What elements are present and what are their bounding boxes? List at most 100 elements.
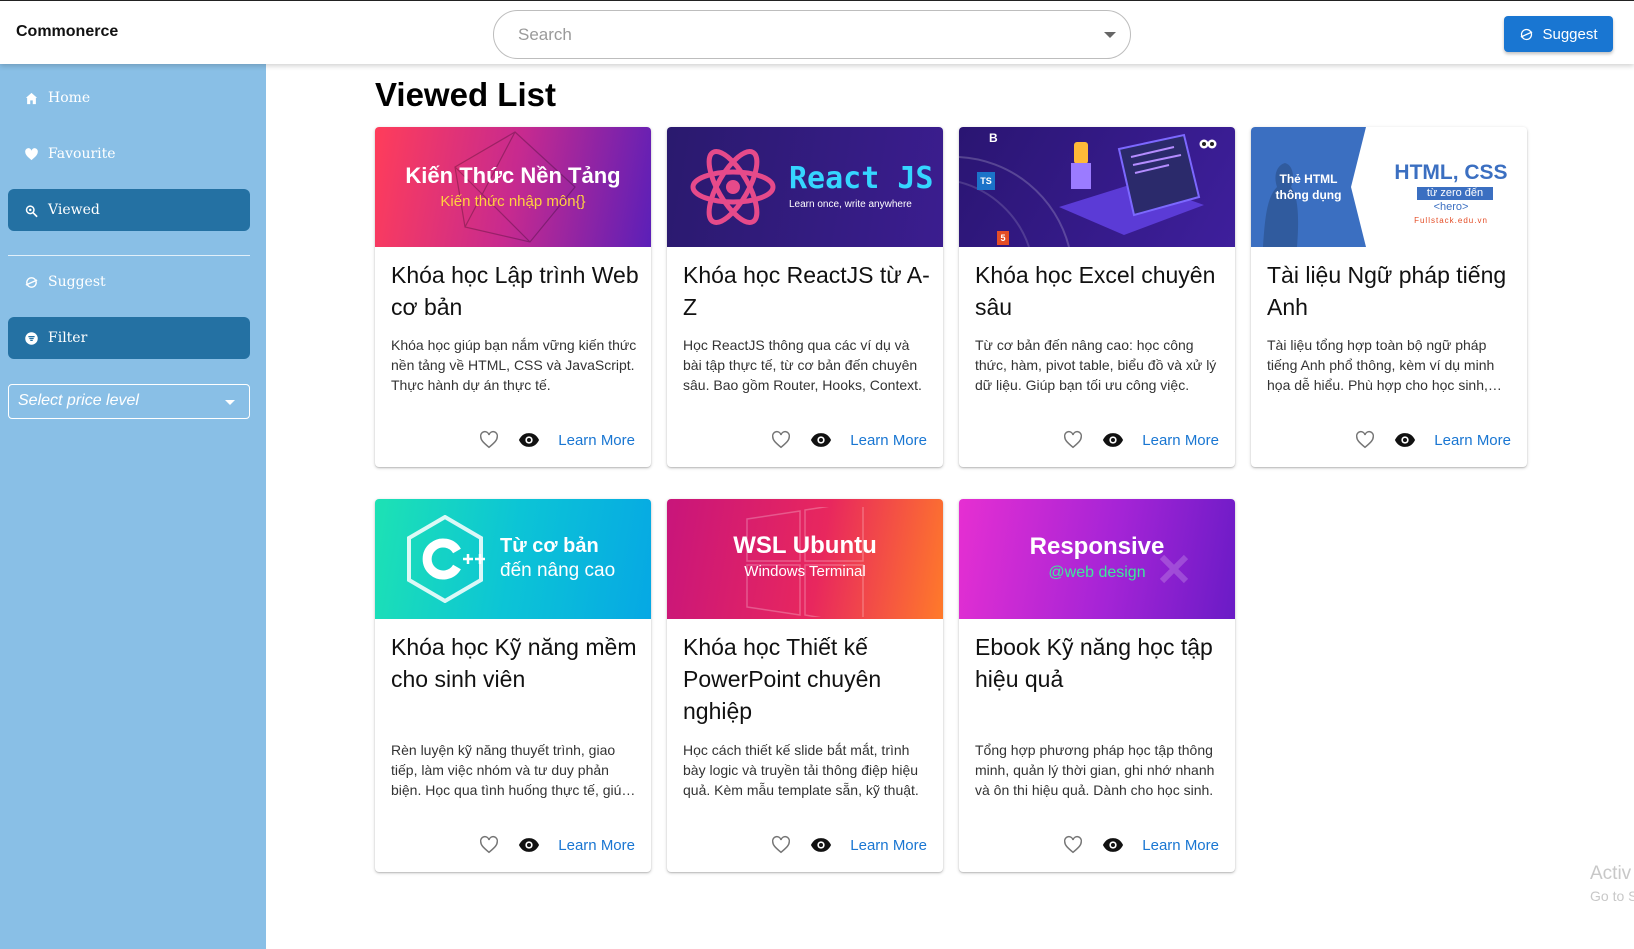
banner-left-line1: Thẻ HTML (1279, 172, 1338, 186)
course-card[interactable]: WSL Ubuntu Windows Terminal Khóa học Thi… (667, 499, 943, 872)
card-banner-image[interactable]: B TS 5 (959, 127, 1235, 247)
course-card[interactable]: Responsive @web design Ebook Kỹ năng học… (959, 499, 1235, 872)
card-title[interactable]: Khóa học Kỹ năng mềm cho sinh viên (391, 631, 639, 695)
card-actions: Learn More (770, 429, 927, 451)
course-card[interactable]: Thẻ HTML thông dụng HTML, CSS từ zero đế… (1251, 127, 1527, 467)
sidebar-item-label: Suggest (48, 274, 106, 290)
eye-icon[interactable] (810, 834, 832, 856)
card-banner-image[interactable]: Thẻ HTML thông dụng HTML, CSS từ zero đế… (1251, 127, 1527, 247)
card-description: Rèn luyện kỹ năng thuyết trình, giao tiế… (391, 742, 630, 798)
badge-typescript: TS (977, 172, 995, 190)
heart-outline-icon[interactable] (478, 834, 500, 856)
sidebar-item-filter[interactable]: Filter (8, 317, 250, 359)
card-banner-image[interactable]: Kiến Thức Nền Tảng Kiến thức nhập môn{} (375, 127, 651, 247)
heart-outline-icon[interactable] (1062, 429, 1084, 451)
learn-more-link[interactable]: Learn More (850, 837, 927, 854)
banner-subtitle: đến nâng cao (500, 560, 616, 581)
eye-icon[interactable] (1102, 834, 1124, 856)
banner-right-line4: Fullstack.edu.vn (1414, 216, 1488, 225)
eye-icon[interactable] (1102, 429, 1124, 451)
price-level-select[interactable]: Select price level (8, 384, 250, 419)
owl-icon (1199, 139, 1217, 149)
eye-icon[interactable] (518, 834, 540, 856)
card-banner-image[interactable]: Từ cơ bản đến nâng cao (375, 499, 651, 619)
banner-subtitle: Learn once, write anywhere (789, 199, 912, 210)
sidebar: Home Favourite Viewed Suggest Filter Sel… (0, 64, 266, 949)
suggest-icon (1521, 28, 1533, 40)
banner-title: Kiến Thức Nền Tảng (405, 163, 621, 188)
eye-icon[interactable] (810, 429, 832, 451)
suggest-icon (25, 276, 38, 288)
learn-more-link[interactable]: Learn More (850, 432, 927, 449)
card-title[interactable]: Khóa học Thiết kế PowerPoint chuyên nghi… (683, 631, 931, 727)
card-actions: Learn More (1062, 834, 1219, 856)
card-actions: Learn More (478, 834, 635, 856)
eye-icon[interactable] (518, 429, 540, 451)
card-description: Tài liệu tổng hợp toàn bộ ngữ pháp tiếng… (1267, 337, 1495, 393)
heart-outline-icon[interactable] (478, 429, 500, 451)
home-icon (25, 92, 38, 104)
search-box[interactable] (493, 10, 1131, 59)
watermark-line1: Activ (1590, 863, 1632, 884)
sidebar-item-label: Home (48, 90, 91, 106)
card-title[interactable]: Khóa học ReactJS từ A-Z (683, 259, 931, 323)
banner-subtitle: Windows Terminal (744, 563, 866, 580)
chevron-down-icon[interactable] (1104, 32, 1116, 38)
sidebar-item-home[interactable]: Home (8, 77, 250, 119)
sidebar-divider (8, 255, 250, 256)
card-description: Học cách thiết kế slide bắt mắt, trình b… (683, 742, 919, 798)
card-banner-image[interactable]: Responsive @web design (959, 499, 1235, 619)
eye-icon[interactable] (1394, 429, 1416, 451)
heart-outline-icon[interactable] (1354, 429, 1376, 451)
brand-logo[interactable]: Commonerce (16, 23, 118, 41)
cpp-logo-icon (407, 515, 485, 603)
card-banner-image[interactable]: WSL Ubuntu Windows Terminal (667, 499, 943, 619)
page-title: Viewed List (375, 76, 556, 113)
banner-right-title: HTML, CSS (1394, 161, 1508, 184)
banner-title: Từ cơ bản (500, 535, 599, 557)
sidebar-item-label: Favourite (48, 146, 116, 162)
price-level-placeholder: Select price level (18, 392, 139, 409)
card-description: Khóa học giúp bạn nắm vững kiến thức nền… (391, 337, 637, 393)
activation-watermark: Activ Go to S (1590, 862, 1634, 908)
card-title[interactable]: Khóa học Lập trình Web cơ bản (391, 259, 639, 323)
banner-left-line2: thông dụng (1275, 188, 1342, 202)
windows-logo-decoration (746, 507, 864, 617)
sidebar-item-label: Filter (48, 330, 88, 346)
card-actions: Learn More (770, 834, 927, 856)
banner-right-line2: từ zero đến (1417, 187, 1493, 200)
heart-outline-icon[interactable] (770, 429, 792, 451)
sidebar-item-suggest[interactable]: Suggest (8, 261, 250, 303)
card-banner-image[interactable]: React JS Learn once, write anywhere (667, 127, 943, 247)
sidebar-item-label: Viewed (48, 202, 100, 218)
card-description: Học ReactJS thông qua các ví dụ và bài t… (683, 337, 922, 393)
card-title[interactable]: Khóa học Excel chuyên sâu (975, 259, 1223, 323)
suggest-button-label: Suggest (1542, 25, 1598, 43)
course-card[interactable]: B TS 5 Khóa học Excel chuyên sâu Từ cơ b… (959, 127, 1235, 467)
suggest-button[interactable]: Suggest (1504, 16, 1613, 52)
banner-right-line3: <hero> (1433, 201, 1469, 213)
learn-more-link[interactable]: Learn More (558, 837, 635, 854)
app-header: Commonerce Suggest (0, 0, 1634, 64)
learn-more-link[interactable]: Learn More (558, 432, 635, 449)
sidebar-item-viewed[interactable]: Viewed (8, 189, 250, 231)
card-actions: Learn More (478, 429, 635, 451)
learn-more-link[interactable]: Learn More (1142, 837, 1219, 854)
heart-outline-icon[interactable] (1062, 834, 1084, 856)
card-description: Từ cơ bản đến nâng cao: học công thức, h… (975, 337, 1217, 393)
card-title[interactable]: Ebook Kỹ năng học tập hiệu quả (975, 631, 1223, 695)
banner-title: React JS (789, 161, 934, 196)
sidebar-item-favourite[interactable]: Favourite (8, 133, 250, 175)
course-card[interactable]: Từ cơ bản đến nâng cao Khóa học Kỹ năng … (375, 499, 651, 872)
card-description: Tổng hợp phương pháp học tập thông minh,… (975, 742, 1215, 798)
learn-more-link[interactable]: Learn More (1142, 432, 1219, 449)
learn-more-link[interactable]: Learn More (1434, 432, 1511, 449)
search-input[interactable] (518, 11, 1078, 58)
badge-html5: 5 (997, 231, 1009, 245)
card-actions: Learn More (1062, 429, 1219, 451)
heart-outline-icon[interactable] (770, 834, 792, 856)
chevron-down-icon[interactable] (225, 400, 235, 405)
course-card[interactable]: Kiến Thức Nền Tảng Kiến thức nhập môn{} … (375, 127, 651, 467)
course-card[interactable]: React JS Learn once, write anywhere Khóa… (667, 127, 943, 467)
card-title[interactable]: Tài liệu Ngữ pháp tiếng Anh (1267, 259, 1515, 323)
